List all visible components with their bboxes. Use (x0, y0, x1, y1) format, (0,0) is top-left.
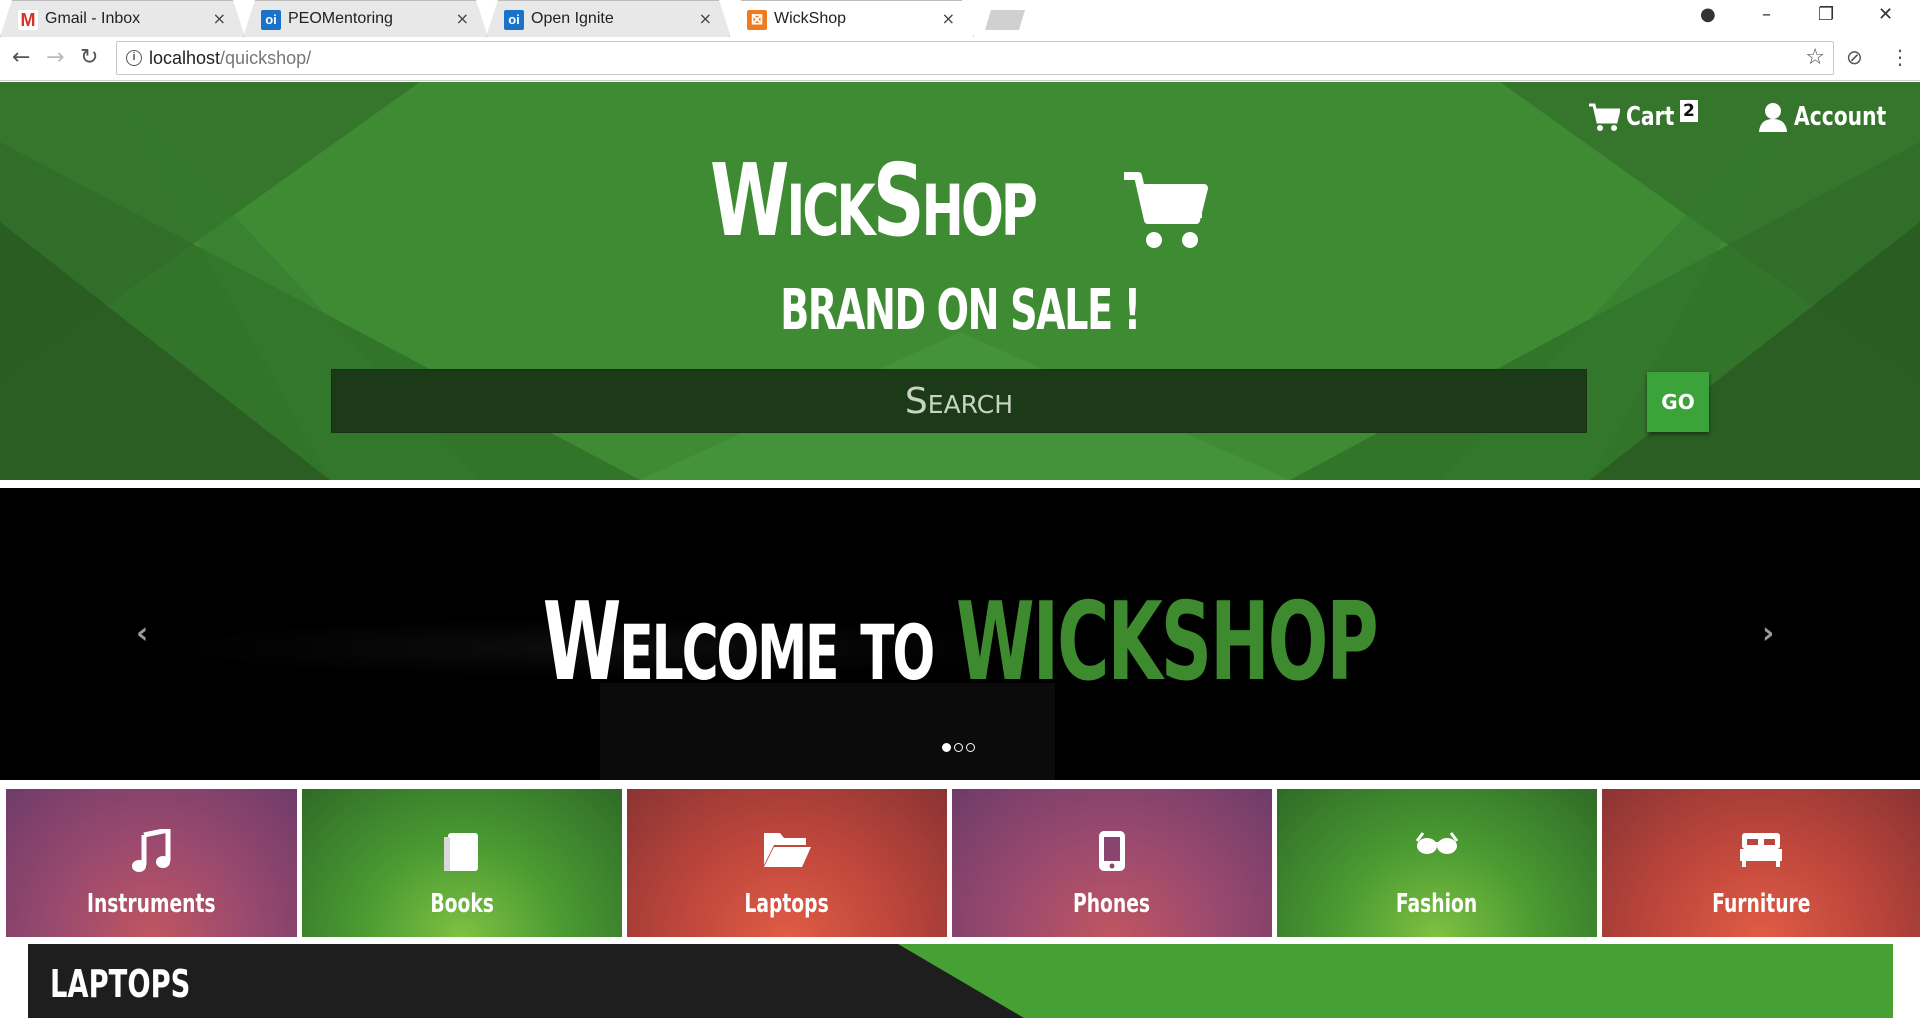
close-icon[interactable]: × (456, 9, 469, 28)
welcome-heading: Welcome to WICKSHOP (0, 580, 1920, 705)
category-grid: Instruments Books Laptops Phones Fashion… (6, 789, 1920, 937)
bookmark-star-icon[interactable]: ☆ (1805, 45, 1825, 70)
cart-logo-icon (1124, 172, 1208, 248)
cart-count-badge: 2 (1679, 100, 1698, 122)
tab-label: Open Ignite (531, 10, 614, 27)
gmail-icon: M (18, 10, 38, 30)
menu-dots-icon[interactable]: ⋮ (1890, 45, 1910, 69)
minimize-icon[interactable]: – (1762, 4, 1771, 25)
url-text: localhost/quickshop/ (149, 48, 311, 69)
carousel-next-icon[interactable]: › (1762, 616, 1774, 651)
phone-icon (952, 829, 1272, 877)
url-host: localhost (149, 48, 221, 68)
info-icon[interactable]: i (126, 50, 142, 66)
user-icon (1759, 103, 1787, 132)
bed-icon (1602, 829, 1920, 873)
book-icon (302, 829, 622, 877)
url-field[interactable]: i localhost/quickshop/ ☆ (116, 41, 1834, 75)
site-header: WickShop BRAND ON SALE ! GO Cart 2 Accou… (0, 82, 1920, 480)
cart-link[interactable]: Cart 2 (1588, 100, 1698, 132)
tab-peomentoring[interactable]: oi PEOMentoring × (243, 0, 488, 37)
profile-icon[interactable]: ● (1700, 4, 1716, 25)
category-instruments[interactable]: Instruments (6, 789, 297, 937)
carousel-indicators (942, 743, 975, 752)
folder-open-icon (627, 829, 947, 873)
xampp-icon: ⊠ (747, 10, 767, 30)
category-laptops[interactable]: Laptops (627, 789, 947, 937)
category-furniture[interactable]: Furniture (1602, 789, 1920, 937)
address-bar: ← → ↻ i localhost/quickshop/ ☆ ⊘ ⋮ (0, 37, 1920, 81)
close-icon[interactable]: × (942, 9, 955, 28)
outlook-icon: oi (504, 10, 524, 30)
hero-carousel: Welcome to WICKSHOP ‹ › (0, 488, 1920, 780)
category-label: Fashion (1396, 889, 1478, 919)
category-books[interactable]: Books (302, 789, 622, 937)
close-icon[interactable]: × (213, 9, 226, 28)
category-fashion[interactable]: Fashion (1277, 789, 1597, 937)
section-header-laptops: LAPTOPS (28, 944, 1893, 1018)
reload-icon[interactable]: ↻ (80, 45, 98, 70)
category-phones[interactable]: Phones (952, 789, 1272, 937)
close-icon[interactable]: × (699, 9, 712, 28)
search-go-button[interactable]: GO (1647, 372, 1709, 432)
cart-label: Cart (1626, 102, 1675, 132)
tab-open-ignite[interactable]: oi Open Ignite × (486, 0, 731, 37)
restore-icon[interactable]: ❐ (1818, 4, 1834, 25)
tab-wickshop[interactable]: ⊠ WickShop × (729, 0, 974, 37)
tagline: BRAND ON SALE ! (780, 278, 1141, 343)
tab-label: WickShop (774, 10, 847, 27)
new-tab-button[interactable] (985, 10, 1025, 30)
category-label: Phones (1073, 889, 1151, 919)
account-label: Account (1794, 102, 1887, 132)
forward-icon[interactable]: → (46, 45, 64, 70)
window-close-icon[interactable]: ✕ (1878, 4, 1893, 25)
welcome-brand: WICKSHOP (956, 580, 1379, 705)
carousel-dot[interactable] (954, 743, 963, 752)
account-link[interactable]: Account (1758, 102, 1912, 132)
sunglasses-icon (1277, 829, 1597, 863)
search-box (331, 369, 1587, 433)
carousel-prev-icon[interactable]: ‹ (136, 616, 148, 651)
category-label: Laptops (744, 889, 830, 919)
category-label: Books (430, 889, 494, 919)
category-label: Instruments (87, 889, 216, 919)
cart-icon (1589, 103, 1620, 131)
section-header-decoration (898, 944, 1893, 1018)
tab-gmail[interactable]: M Gmail - Inbox × (0, 0, 245, 37)
outlook-icon: oi (261, 10, 281, 30)
welcome-prefix: Welcome to (543, 580, 957, 705)
browser-tab-bar: M Gmail - Inbox × oi PEOMentoring × oi O… (0, 0, 1920, 37)
back-icon[interactable]: ← (12, 45, 30, 70)
category-label: Furniture (1711, 889, 1811, 919)
carousel-dot[interactable] (942, 743, 951, 752)
tab-label: Gmail - Inbox (45, 10, 141, 27)
site-logo-text[interactable]: WickShop (710, 142, 1038, 259)
block-icon[interactable]: ⊘ (1846, 45, 1863, 69)
music-note-icon (6, 826, 297, 877)
section-title: LAPTOPS (50, 962, 191, 1006)
tab-label: PEOMentoring (288, 10, 393, 27)
url-path: /quickshop/ (220, 48, 312, 68)
search-input[interactable] (332, 370, 1586, 432)
carousel-dot[interactable] (966, 743, 975, 752)
